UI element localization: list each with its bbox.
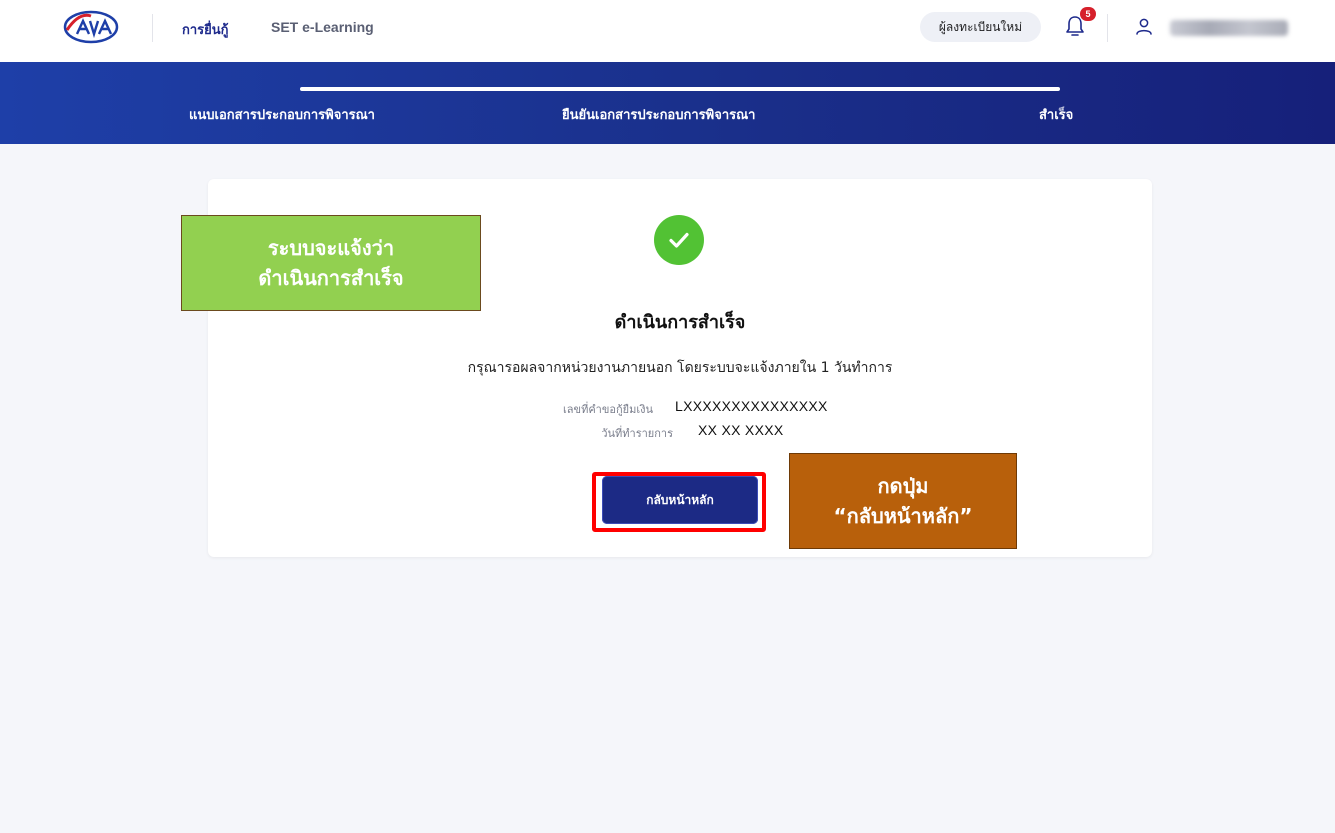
- transaction-date-value: XX XX XXXX: [698, 422, 784, 438]
- success-description: กรุณารอผลจากหน่วยงานภายนอก โดยระบบจะแจ้ง…: [467, 360, 893, 376]
- annotation-callout-press-line1: กดปุ่ม: [877, 474, 929, 498]
- brand-logo-icon[interactable]: [63, 10, 119, 44]
- new-registrant-button[interactable]: ผู้ลงทะเบียนใหม่: [920, 12, 1041, 42]
- annotation-callout-success: ระบบจะแจ้งว่า ดำเนินการสำเร็จ: [181, 215, 481, 311]
- notification-count-badge: 5: [1080, 7, 1096, 21]
- annotation-callout-press-button: กดปุ่ม “กลับหน้าหลัก”: [789, 453, 1017, 549]
- annotation-callout-press-line2: “กลับหน้าหลัก”: [833, 504, 973, 528]
- nav-link-loan-application[interactable]: การยื่นกู้: [182, 19, 229, 40]
- nav-link-set-elearning[interactable]: SET e-Learning: [271, 19, 374, 35]
- transaction-date-label: วันที่ทำรายการ: [601, 427, 673, 440]
- step-attach-documents: แนบเอกสารประกอบการพิจารณา: [189, 108, 375, 123]
- annotation-callout-success-line2: ดำเนินการสำเร็จ: [258, 266, 404, 290]
- user-name-blurred[interactable]: [1170, 20, 1288, 36]
- checkmark-icon: [669, 232, 689, 248]
- loan-request-number-label: เลขที่คำขอกู้ยืมเงิน: [563, 403, 653, 416]
- user-icon[interactable]: [1134, 17, 1154, 37]
- step-success: สำเร็จ: [1039, 108, 1074, 123]
- loan-request-number-value: LXXXXXXXXXXXXXXX: [675, 398, 828, 414]
- annotation-callout-success-line1: ระบบจะแจ้งว่า: [267, 236, 395, 260]
- nav-divider: [152, 14, 153, 42]
- step-progress-line: [300, 87, 1060, 91]
- top-navbar: การยื่นกู้ SET e-Learning ผู้ลงทะเบียนให…: [0, 0, 1335, 62]
- step-confirm-documents: ยืนยันเอกสารประกอบการพิจารณา: [562, 108, 756, 123]
- step-progress-band: แนบเอกสารประกอบการพิจารณา ยืนยันเอกสารปร…: [0, 62, 1335, 144]
- check-circle-icon: [654, 215, 704, 265]
- button-highlight-frame: [592, 472, 766, 532]
- success-title: ดำเนินการสำเร็จ: [614, 312, 746, 333]
- nav-divider-right: [1107, 14, 1108, 42]
